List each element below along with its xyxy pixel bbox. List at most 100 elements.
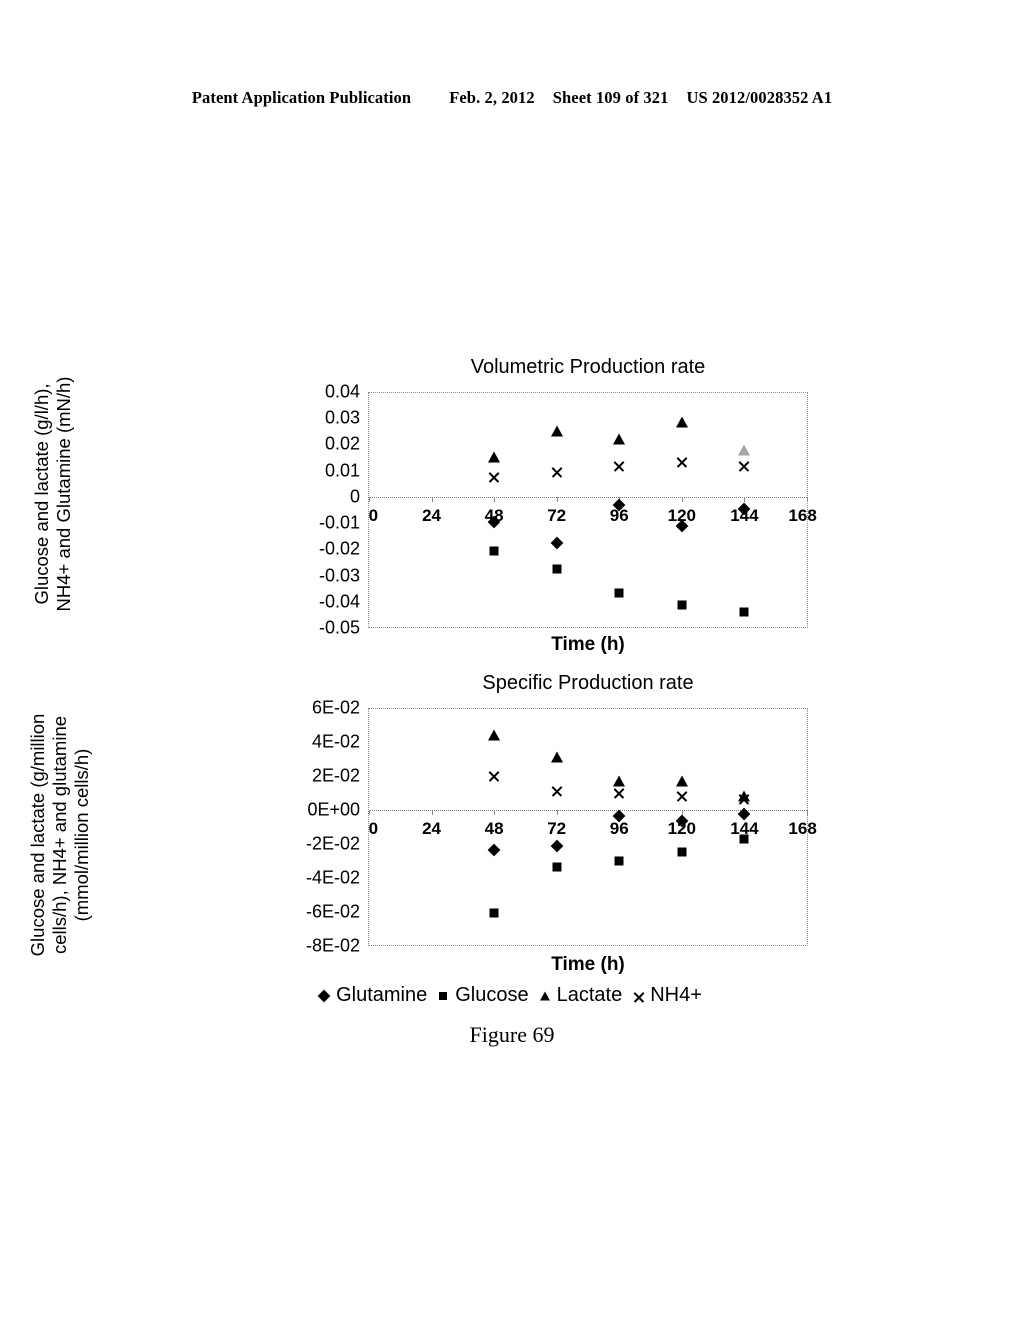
chart1-xtickmark: [369, 496, 370, 502]
chart2-point-glucose: [614, 856, 624, 866]
chart2-point-nh4: [675, 789, 688, 802]
cross-marker-icon: [630, 988, 646, 1004]
publication-label: Patent Application Publication: [191, 88, 412, 107]
chart2-ytick: -4E-02: [305, 867, 360, 888]
chart2-point-nh4: [550, 784, 563, 797]
legend-label: Glucose: [455, 984, 529, 1007]
chart1-xtick: 72: [547, 506, 567, 526]
chart1-xtick: 24: [422, 506, 441, 526]
chart1-ytick: 0.01: [324, 460, 360, 481]
legend-item-glutamine: Glutamine: [316, 984, 433, 1007]
chart2-y-axis-title-line2: cells/h), NH4+ and glutamine: [49, 715, 70, 955]
chart2-ytick: -2E-02: [305, 833, 360, 854]
chart2-plot-area: 0 24 48 72 96 120 144 168: [368, 708, 817, 946]
chart1-xtickmark: [431, 496, 433, 502]
chart1-ytick: -0.04: [318, 591, 360, 612]
chart1-y-ticks: 0.04 0.03 0.02 0.01 0 -0.01 -0.02 -0.03 …: [282, 382, 360, 638]
chart2-xtick: 168: [788, 818, 817, 838]
chart1-ytick: -0.01: [318, 512, 360, 533]
chart1-xtickmark: [494, 496, 496, 502]
chart2-point-lactate: [613, 775, 626, 787]
diamond-marker-icon: [316, 988, 332, 1004]
chart1-plot-area: 0 24 48 72 96 120 144 168: [368, 392, 817, 628]
chart2-ytick: 4E-02: [311, 731, 360, 752]
chart2-point-glucose: [489, 908, 499, 918]
chart-volumetric-production-rate: Volumetric Production rate Glucose and l…: [0, 350, 1024, 655]
chart1-point-glutamine: [550, 536, 564, 549]
chart1-point-lactate: [550, 425, 563, 437]
chart1-xtick: 168: [788, 506, 817, 526]
square-marker-icon: [435, 988, 451, 1004]
chart1-y-axis-title: Glucose and lactate (g/l/h), NH4+ and Gl…: [31, 359, 75, 629]
chart2-ytick: 0E+00: [307, 799, 360, 820]
legend-label: Glutamine: [336, 984, 428, 1007]
chart2-point-lactate: [675, 775, 688, 787]
chart2-point-glucose: [739, 834, 749, 844]
chart2-point-nh4: [488, 769, 501, 782]
chart2-point-lactate: [488, 729, 501, 741]
chart2-xtick: 48: [484, 818, 504, 838]
figure-69: Volumetric Production rate Glucose and l…: [0, 350, 1024, 1047]
chart1-ytick: 0.02: [324, 433, 360, 454]
chart2-xtick: 24: [422, 818, 441, 838]
chart2-xtickmark: [369, 810, 370, 816]
chart1-ytick: -0.05: [318, 617, 360, 638]
chart1-point-nh4: [550, 465, 563, 478]
chart1-y-axis-title-line1: Glucose and lactate (g/l/h),: [31, 383, 52, 605]
chart1-point-nh4: [675, 456, 688, 469]
chart1-point-lactate: [738, 444, 751, 456]
legend-label: Lactate: [556, 984, 623, 1007]
chart2-point-glucose: [552, 862, 562, 872]
chart1-ytick: -0.03: [318, 565, 360, 586]
chart2-ytick: -8E-02: [305, 935, 360, 956]
chart-legend: Glutamine Glucose Lactate NH4+: [0, 984, 1024, 1007]
chart2-xtickmark: [431, 810, 433, 816]
chart1-zero-axis: [369, 496, 807, 498]
chart1-xtickmark: [556, 496, 558, 502]
chart1-ytick: 0.03: [324, 407, 360, 428]
chart2-y-ticks: 6E-02 4E-02 2E-02 0E+00 -2E-02 -4E-02 -6…: [276, 698, 360, 956]
figure-caption: Figure 69: [469, 1022, 555, 1047]
chart2-y-axis-title: Glucose and lactate (g/million cells/h),…: [27, 690, 93, 980]
chart1-ytick: 0: [349, 486, 360, 507]
chart1-point-lactate: [675, 416, 688, 428]
chart2-ytick: 2E-02: [311, 765, 360, 786]
legend-label: NH4+: [650, 984, 702, 1007]
chart1-point-lactate: [613, 433, 626, 445]
chart2-ytick: 6E-02: [311, 697, 360, 718]
chart2-xtick: 72: [547, 818, 567, 838]
chart2-xtickmark: [556, 810, 558, 816]
legend-item-lactate: Lactate: [537, 984, 629, 1007]
legend-item-nh4: NH4+: [630, 984, 708, 1007]
chart1-point-glucose: [489, 546, 499, 556]
chart1-point-nh4: [738, 460, 751, 473]
chart1-ytick: -0.02: [318, 538, 360, 559]
publication-date: Feb. 2, 2012: [449, 88, 535, 107]
chart1-point-glucose: [614, 588, 624, 598]
legend-item-glucose: Glucose: [435, 984, 534, 1007]
chart1-y-axis-title-line2: NH4+ and Glutamine (mN/h): [53, 376, 74, 612]
chart1-xtickmark: [681, 496, 683, 502]
chart-specific-production-rate: Specific Production rate Glucose and lac…: [0, 672, 1024, 982]
chart1-ytick: 0.04: [324, 381, 360, 402]
chart2-point-nh4: [738, 792, 751, 805]
chart2-xtick: 0: [368, 818, 379, 838]
chart1-point-lactate: [488, 451, 501, 463]
chart1-point-glucose: [552, 564, 562, 573]
chart2-xtickmark: [807, 810, 808, 816]
patent-header: Patent Application Publication Feb. 2, 20…: [0, 88, 1024, 108]
chart1-point-glucose: [677, 600, 687, 610]
chart1-point-nh4: [488, 470, 501, 483]
sheet-number: Sheet 109 of 321: [552, 88, 669, 107]
chart1-point-nh4: [613, 459, 626, 472]
chart2-ytick: -6E-02: [305, 901, 360, 922]
chart2-point-nh4: [613, 787, 626, 800]
chart1-x-axis-title: Time (h): [551, 634, 625, 655]
chart1-xtickmark: [807, 496, 808, 502]
patent-number: US 2012/0028352 A1: [686, 88, 833, 107]
chart2-point-lactate: [550, 751, 563, 763]
chart1-point-glucose: [739, 607, 749, 617]
chart2-point-glutamine: [550, 839, 564, 853]
chart2-point-glutamine: [487, 843, 501, 857]
chart2-y-axis-title-line3: (mmol/million cells/h): [71, 748, 92, 922]
